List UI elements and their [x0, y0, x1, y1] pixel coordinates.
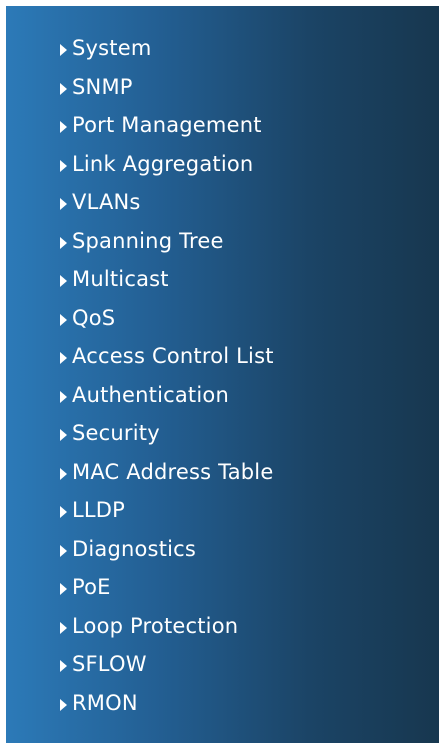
menu-item-label: MAC Address Table: [72, 459, 274, 484]
menu-item-mac-address-table[interactable]: MAC Address Table: [60, 453, 274, 492]
triangle-right-icon: [60, 121, 67, 134]
menu-item-diagnostics[interactable]: Diagnostics: [60, 530, 274, 569]
triangle-right-icon: [60, 313, 67, 326]
menu-item-vlans[interactable]: VLANs: [60, 183, 274, 222]
triangle-right-icon: [60, 429, 67, 442]
triangle-right-icon: [60, 82, 67, 95]
menu-item-label: Loop Protection: [72, 613, 239, 638]
menu-item-label: Link Aggregation: [72, 151, 254, 176]
menu-item-authentication[interactable]: Authentication: [60, 376, 274, 415]
menu-item-label: System: [72, 36, 152, 61]
menu-item-lldp[interactable]: LLDP: [60, 491, 274, 530]
menu-item-security[interactable]: Security: [60, 414, 274, 453]
menu-item-label: RMON: [72, 690, 138, 715]
menu-item-poe[interactable]: PoE: [60, 568, 274, 607]
menu-item-label: Security: [72, 421, 160, 446]
triangle-right-icon: [60, 159, 67, 172]
triangle-right-icon: [60, 506, 67, 519]
menu-item-qos[interactable]: QoS: [60, 299, 274, 338]
triangle-right-icon: [60, 44, 67, 57]
menu-item-rmon[interactable]: RMON: [60, 684, 274, 723]
triangle-right-icon: [60, 390, 67, 403]
triangle-right-icon: [60, 660, 67, 673]
menu-item-label: Diagnostics: [72, 536, 197, 561]
menu-item-link-aggregation[interactable]: Link Aggregation: [60, 145, 274, 184]
menu-item-spanning-tree[interactable]: Spanning Tree: [60, 222, 274, 261]
menu-item-label: Spanning Tree: [72, 228, 224, 253]
menu-item-system[interactable]: System: [60, 29, 274, 68]
triangle-right-icon: [60, 583, 67, 596]
triangle-right-icon: [60, 467, 67, 480]
triangle-right-icon: [60, 275, 67, 288]
menu-item-snmp[interactable]: SNMP: [60, 68, 274, 107]
triangle-right-icon: [60, 198, 67, 211]
menu-item-label: Multicast: [72, 267, 169, 292]
navigation-panel: System SNMP Port Management Link Aggrega…: [6, 6, 439, 743]
triangle-right-icon: [60, 544, 67, 557]
menu-item-sflow[interactable]: SFLOW: [60, 645, 274, 684]
menu-item-label: PoE: [72, 575, 111, 600]
triangle-right-icon: [60, 236, 67, 249]
menu-item-loop-protection[interactable]: Loop Protection: [60, 607, 274, 646]
menu-item-multicast[interactable]: Multicast: [60, 260, 274, 299]
triangle-right-icon: [60, 621, 67, 634]
menu-item-label: Authentication: [72, 382, 229, 407]
menu-item-label: VLANs: [72, 190, 141, 215]
menu-item-port-management[interactable]: Port Management: [60, 106, 274, 145]
menu-item-label: Access Control List: [72, 344, 274, 369]
menu-item-label: QoS: [72, 305, 116, 330]
menu-item-access-control-list[interactable]: Access Control List: [60, 337, 274, 376]
triangle-right-icon: [60, 698, 67, 711]
menu-item-label: SFLOW: [72, 652, 147, 677]
menu-item-label: LLDP: [72, 498, 126, 523]
menu-item-label: SNMP: [72, 74, 133, 99]
navigation-menu: System SNMP Port Management Link Aggrega…: [60, 29, 274, 722]
triangle-right-icon: [60, 352, 67, 365]
menu-item-label: Port Management: [72, 113, 262, 138]
